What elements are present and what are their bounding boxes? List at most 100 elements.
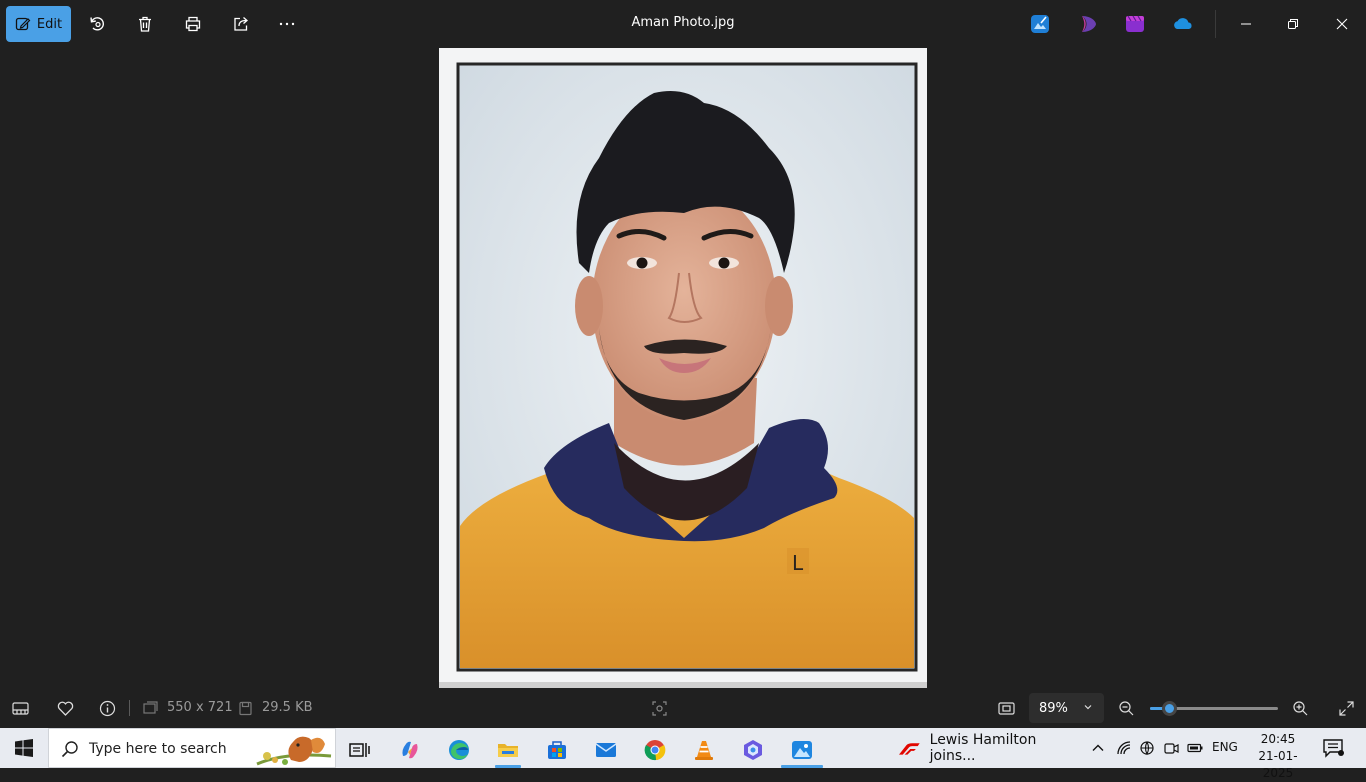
search-highlight-squirrel-icon[interactable]	[255, 730, 333, 768]
file-size-icon	[235, 698, 255, 718]
meet-now-icon	[1164, 743, 1179, 754]
taskbar-edge[interactable]	[438, 732, 480, 768]
zoom-out-button[interactable]	[1116, 698, 1136, 718]
status-separator	[129, 700, 130, 716]
file-size: 29.5 KB	[262, 700, 313, 715]
copilot-icon	[402, 741, 418, 759]
start-button[interactable]	[0, 728, 48, 768]
zoom-out-icon	[1118, 700, 1133, 715]
fit-to-window-button[interactable]	[996, 698, 1016, 718]
minimize-icon	[1241, 23, 1251, 25]
network-status[interactable]	[1138, 739, 1156, 757]
clock-date: 21-01-2025	[1258, 749, 1298, 780]
more-icon	[279, 22, 295, 26]
rotate-button[interactable]	[79, 6, 115, 42]
show-hidden-icons-button[interactable]	[1089, 739, 1107, 757]
f1-logo-icon	[899, 743, 920, 755]
delete-button[interactable]	[127, 6, 163, 42]
photos-editor-icon[interactable]	[1030, 14, 1050, 34]
minimize-button[interactable]	[1223, 0, 1269, 48]
network-globe-icon	[1140, 741, 1154, 756]
edit-label: Edit	[36, 16, 63, 32]
taskbar-photos[interactable]	[781, 732, 823, 768]
file-explorer-icon	[498, 744, 518, 757]
wifi-icon	[1117, 741, 1131, 755]
windows-taskbar: Type here to search Lewis Hamilton joins…	[0, 728, 1366, 780]
rotate-icon	[90, 17, 104, 31]
clock-time: 20:45	[1260, 732, 1296, 746]
windows-logo-icon	[15, 739, 33, 757]
filmstrip-icon	[11, 701, 29, 715]
input-language[interactable]: ENG	[1212, 740, 1238, 754]
zoom-in-icon	[1292, 700, 1307, 715]
taskbar-copilot-app[interactable]	[732, 732, 774, 768]
clipchamp-icon[interactable]	[1078, 14, 1098, 34]
share-icon	[234, 17, 248, 31]
more-options-button[interactable]	[269, 6, 305, 42]
notification-center-icon[interactable]	[1322, 738, 1344, 758]
taskbar-chrome[interactable]	[634, 732, 676, 768]
battery-status[interactable]	[1186, 739, 1204, 757]
zoom-in-button[interactable]	[1290, 698, 1310, 718]
taskbar-file-explorer[interactable]	[487, 732, 529, 768]
wifi-status[interactable]	[1115, 739, 1133, 757]
toolbar-divider	[1215, 10, 1216, 38]
zoom-level-dropdown[interactable]: 89%	[1029, 693, 1104, 723]
search-icon	[61, 741, 78, 758]
heart-icon	[57, 701, 73, 716]
mail-icon	[595, 743, 617, 757]
task-view-icon	[349, 743, 370, 757]
print-icon	[185, 16, 201, 32]
zoom-slider-thumb[interactable]	[1161, 701, 1177, 716]
news-widget[interactable]: Lewis Hamilton joins...	[897, 728, 1077, 768]
shirt-badge-letter: L	[792, 551, 804, 575]
status-bar: 550 x 721 29.5 KB 89%	[0, 688, 1366, 728]
battery-icon	[1187, 743, 1203, 753]
dimensions-icon	[140, 698, 160, 718]
fit-window-icon	[997, 701, 1015, 715]
copilot-app-icon	[744, 740, 762, 760]
delete-icon	[139, 16, 151, 32]
image-dimensions: 550 x 721	[167, 700, 233, 715]
video-editor-icon[interactable]	[1125, 14, 1145, 34]
expand-icon	[1338, 700, 1354, 716]
visual-search-button[interactable]	[649, 698, 669, 718]
taskbar-task-view[interactable]	[338, 732, 380, 768]
edge-icon	[449, 740, 469, 760]
info-icon	[99, 700, 115, 716]
close-icon	[1336, 18, 1348, 30]
portrait-photo: L	[439, 48, 927, 688]
filmstrip-button[interactable]	[10, 698, 30, 718]
photos-app-window: Edit Aman Photo.jpg L 550 x 721 29.5 KB …	[0, 0, 1366, 728]
taskbar-search-box[interactable]: Type here to search	[48, 728, 336, 768]
taskbar-clock[interactable]: 20:45 21-01-2025	[1244, 731, 1312, 782]
share-button[interactable]	[223, 6, 259, 42]
photo-canvas[interactable]: L	[439, 48, 927, 688]
restore-icon	[1288, 19, 1298, 29]
restore-button[interactable]	[1270, 0, 1316, 48]
taskbar-vlc[interactable]	[683, 732, 725, 768]
taskbar-store[interactable]	[536, 732, 578, 768]
vlc-icon	[695, 741, 713, 760]
search-placeholder: Type here to search	[89, 741, 227, 757]
close-button[interactable]	[1319, 0, 1365, 48]
visual-search-icon	[651, 700, 667, 716]
photos-icon	[792, 741, 812, 759]
taskbar-copilot[interactable]	[389, 732, 431, 768]
chevron-up-icon	[1092, 744, 1104, 751]
onedrive-icon[interactable]	[1172, 14, 1194, 34]
zoom-value: 89%	[1039, 700, 1068, 716]
chevron-down-icon	[1084, 705, 1092, 710]
edit-icon	[15, 17, 31, 31]
favorite-button[interactable]	[55, 698, 75, 718]
chrome-icon	[644, 740, 666, 761]
edit-button[interactable]: Edit	[6, 6, 71, 42]
print-button[interactable]	[175, 6, 211, 42]
full-screen-button[interactable]	[1336, 698, 1356, 718]
taskbar-mail[interactable]	[585, 732, 627, 768]
meet-now-button[interactable]	[1162, 739, 1180, 757]
news-headline: Lewis Hamilton joins...	[929, 732, 1037, 764]
store-icon	[548, 741, 566, 759]
top-toolbar: Edit Aman Photo.jpg	[0, 0, 1366, 48]
file-info-button[interactable]	[97, 698, 117, 718]
